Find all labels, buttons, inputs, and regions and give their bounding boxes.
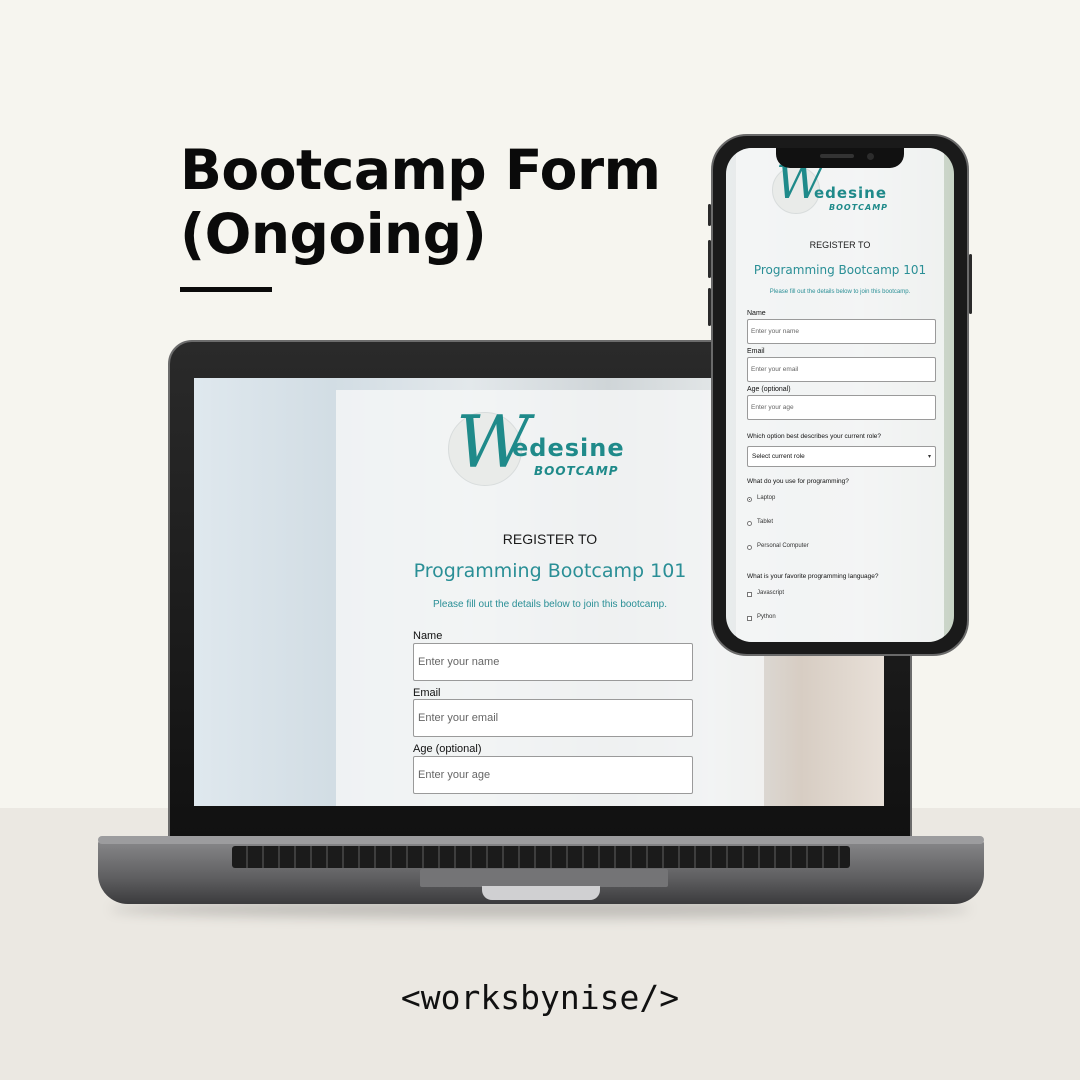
mobile-email-input[interactable]: Enter your email	[747, 357, 936, 382]
course-title: Programming Bootcamp 101	[413, 560, 687, 582]
mobile-form-description: Please fill out the details below to joi…	[769, 289, 911, 295]
radio-laptop[interactable]	[747, 497, 752, 502]
mobile-age-label: Age (optional)	[747, 386, 791, 393]
mobile-name-label: Name	[747, 310, 766, 317]
phone-camera	[867, 153, 874, 160]
age-label: Age (optional)	[413, 743, 482, 755]
page-title: Bootcamp Form (Ongoing)	[180, 138, 700, 266]
radio-tablet-label: Tablet	[757, 519, 774, 525]
radio-personal-computer[interactable]	[747, 545, 752, 550]
radio-tablet[interactable]	[747, 521, 752, 526]
phone-power-button	[969, 254, 972, 314]
mobile-course-title: Programming Bootcamp 101	[753, 263, 927, 277]
mobile-name-input[interactable]: Enter your name	[747, 319, 936, 344]
role-select-value: Select current role	[752, 453, 805, 460]
radio-personal-computer-label: Personal Computer	[757, 543, 809, 549]
age-placeholder: Enter your age	[418, 769, 491, 781]
laptop-trackpad	[420, 869, 668, 887]
title-line-1: Bootcamp Form	[180, 138, 661, 202]
mobile-age-placeholder: Enter your age	[751, 404, 794, 411]
logo-subtitle: BOOTCAMP	[534, 464, 619, 478]
radio-laptop-label: Laptop	[757, 495, 776, 501]
laptop-keyboard	[232, 846, 850, 868]
register-heading: REGISTER TO	[502, 531, 598, 547]
mobile-logo-subtitle: BOOTCAMP	[829, 203, 889, 212]
form-description: Please fill out the details below to joi…	[432, 599, 668, 610]
age-input[interactable]: Enter your age	[413, 756, 693, 794]
name-placeholder: Enter your name	[418, 656, 500, 668]
checkbox-javascript[interactable]	[747, 592, 752, 597]
name-label: Name	[413, 630, 443, 642]
mobile-age-input[interactable]: Enter your age	[747, 395, 936, 420]
phone-notch	[776, 148, 904, 168]
email-placeholder: Enter your email	[418, 712, 499, 724]
email-input[interactable]: Enter your email	[413, 699, 693, 737]
mobile-register-heading: REGISTER TO	[809, 240, 871, 250]
name-input[interactable]: Enter your name	[413, 643, 693, 681]
phone-speaker	[820, 154, 854, 158]
chevron-down-icon: ▾	[927, 454, 931, 460]
mobile-email-placeholder: Enter your email	[751, 366, 799, 373]
phone-screen: W edesine BOOTCAMP REGISTER TO Programmi…	[726, 148, 954, 642]
laptop-lid-notch	[482, 886, 600, 900]
mobile-name-placeholder: Enter your name	[751, 328, 800, 335]
laptop-hinge	[98, 836, 984, 844]
device-question: What do you use for programming?	[747, 478, 849, 485]
checkbox-javascript-label: Javascript	[757, 590, 785, 596]
footer-brand: <worksbynise/>	[400, 978, 680, 1017]
checkbox-python-label: Python	[757, 614, 776, 620]
role-question: Which option best describes your current…	[747, 433, 882, 440]
desktop-form-card: W edesine BOOTCAMP REGISTER TO Programmi…	[336, 390, 764, 806]
mobile-logo-wordmark: edesine	[814, 184, 888, 202]
mobile-email-label: Email	[747, 348, 765, 355]
title-underline	[180, 287, 272, 292]
checkbox-python[interactable]	[747, 616, 752, 621]
title-line-2: (Ongoing)	[180, 202, 487, 266]
logo-wordmark: edesine	[512, 434, 625, 462]
mobile-form-card: W edesine BOOTCAMP REGISTER TO Programmi…	[736, 148, 944, 642]
role-select[interactable]: Select current role ▾	[747, 446, 936, 467]
email-label: Email	[413, 687, 441, 699]
language-question: What is your favorite programming langua…	[747, 573, 879, 580]
